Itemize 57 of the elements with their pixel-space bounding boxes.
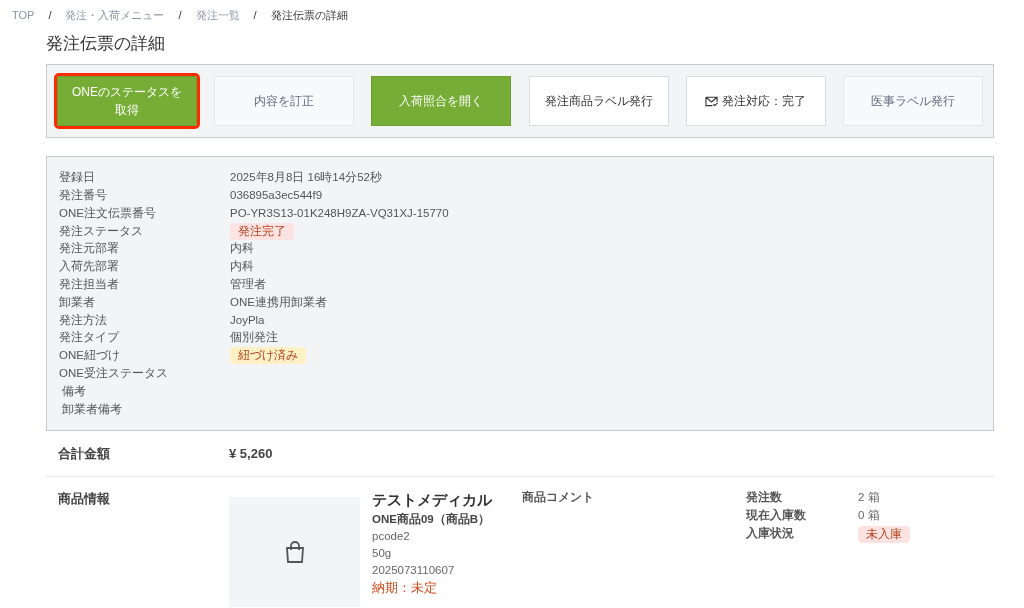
breadcrumb-item[interactable]: 発注・入荷メニュー (65, 6, 165, 24)
section-label: 商品情報 (58, 490, 111, 508)
field-label: 発注担当者 (59, 277, 120, 293)
action-button[interactable]: 入荷照合を開く (371, 76, 512, 126)
field-value: 内科 (230, 259, 254, 275)
action-button[interactable]: 内容を訂正 (214, 76, 355, 126)
breadcrumb-separator: / (48, 7, 52, 23)
breadcrumb-item[interactable]: 発注一覧 (195, 6, 240, 24)
field-value: 2 箱 (858, 490, 880, 506)
breadcrumb-item: 発注伝票の詳細 (270, 7, 348, 23)
field-value: 036895a3ec544f9 (230, 188, 323, 204)
field-label: 発注タイプ (59, 330, 121, 346)
stat-label: 現在入庫数 (746, 507, 807, 524)
product-spec: 50g (372, 546, 393, 561)
action-button[interactable]: 発注商品ラベル発行 (528, 76, 669, 126)
field-value: ONE連携用卸業者 (230, 294, 327, 310)
jan-code: 2025073110607 (372, 563, 456, 578)
field-value: 管理者 (230, 277, 266, 293)
field-label: ONE受注ステータス (59, 366, 169, 382)
breadcrumb-separator: / (178, 7, 182, 23)
total-value: ¥ 5,260 (229, 444, 273, 463)
field-label: 入荷先部署 (59, 259, 120, 275)
field-label: 発注方法 (59, 312, 108, 328)
action-button[interactable]: 医事ラベル発行 (842, 76, 983, 126)
field-label: ONE紐づけ (59, 348, 121, 364)
field-label: 発注ステータス (59, 223, 144, 239)
comment-label: 商品コメント (522, 489, 595, 505)
mail-check-icon (705, 95, 719, 107)
total-label: 合計金額 (58, 444, 111, 463)
field-label: 備考 (61, 383, 88, 399)
page-title: 発注伝票の詳細 (46, 33, 166, 55)
status-badge: 未入庫 (858, 525, 910, 543)
action-button[interactable]: ONEのステータスを取得 (57, 76, 197, 126)
field-label: ONE注文伝票番号 (59, 205, 157, 221)
stat-label: 入庫状況 (746, 525, 795, 542)
field-label: 卸業者備考 (61, 401, 124, 417)
status-badge: 発注完了 (230, 222, 294, 240)
field-value: JoyPla (230, 312, 265, 328)
shopping-bag-icon (283, 540, 306, 564)
stat-label: 発注数 (746, 489, 783, 506)
field-label: 発注番号 (59, 188, 108, 204)
field-label: 登録日 (59, 170, 96, 186)
field-value: 個別発注 (230, 330, 278, 346)
field-label: 発注元部署 (59, 241, 120, 257)
breadcrumb-separator: / (253, 7, 257, 23)
field-value: 2025年8月8日 16時14分52秒 (230, 170, 382, 186)
product-code: pcode2 (372, 529, 411, 544)
status-badge: 紐づけ済み (230, 347, 306, 365)
product-name: ONE商品09（商品B） (372, 511, 492, 528)
field-value: 内科 (230, 241, 254, 257)
breadcrumb-item[interactable]: TOP (12, 6, 35, 24)
field-value: PO-YR3S13-01K248H9ZA-VQ31XJ-15770 (230, 205, 449, 221)
field-value: 0 箱 (858, 508, 880, 524)
action-button[interactable]: 発注対応：完了 (685, 76, 826, 126)
field-label: 卸業者 (59, 294, 96, 310)
maker-name: テストメディカル (372, 490, 493, 510)
delivery-date: 納期：未定 (372, 579, 438, 596)
